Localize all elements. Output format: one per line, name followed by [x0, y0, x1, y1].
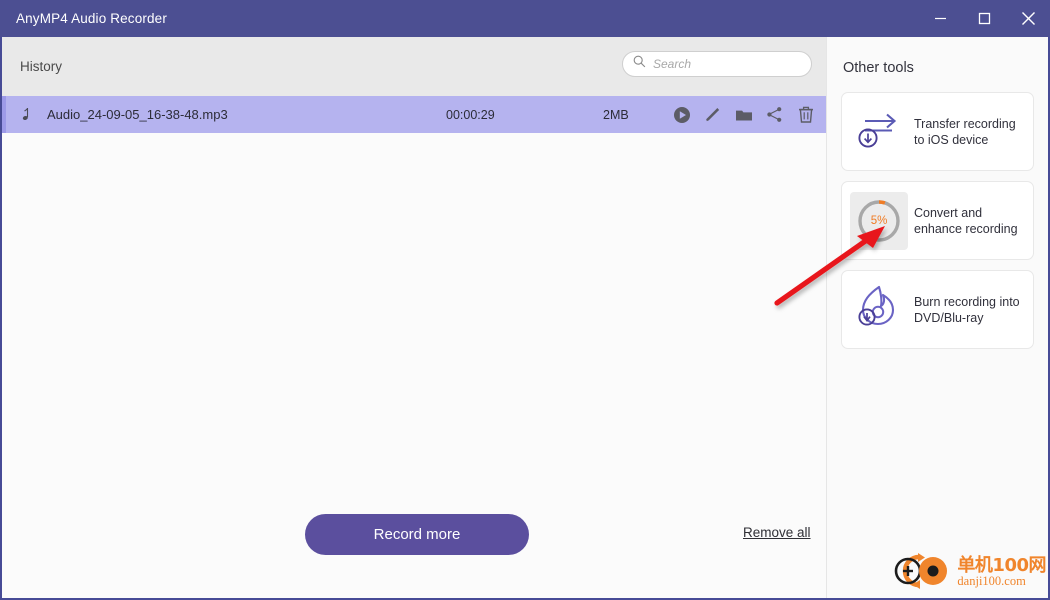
app-window: AnyMP4 Audio Recorder History Search Aud… — [0, 0, 1050, 600]
remove-all-link[interactable]: Remove all — [743, 525, 811, 540]
record-more-button[interactable]: Record more — [305, 514, 529, 555]
trash-icon[interactable] — [796, 105, 815, 124]
music-note-icon — [6, 107, 40, 122]
minimize-button[interactable] — [918, 0, 962, 37]
burn-disc-flame-download-icon-wrap — [850, 281, 908, 339]
file-name: Audio_24-09-05_16-38-48.mp3 — [47, 107, 228, 122]
close-button[interactable] — [1006, 0, 1050, 37]
tool-card-burn-dvd[interactable]: Burn recording into DVD/Blu-ray — [841, 270, 1034, 349]
burn-disc-flame-download-icon — [855, 284, 903, 335]
folder-icon[interactable] — [734, 105, 753, 124]
search-input[interactable] — [653, 57, 801, 71]
file-duration: 00:00:29 — [446, 107, 495, 122]
bottom-action-bar: Record more Remove all — [2, 506, 830, 598]
search-icon — [633, 55, 646, 73]
tool-card-transfer-ios[interactable]: Transfer recording to iOS device — [841, 92, 1034, 171]
main-content-area: History Audio_24-09-05_16-38-48.mp3 — [2, 37, 830, 598]
tool-card-label: Burn recording into DVD/Blu-ray — [914, 294, 1020, 325]
share-icon[interactable] — [765, 105, 784, 124]
file-size: 2MB — [603, 107, 629, 122]
maximize-button[interactable] — [962, 0, 1006, 37]
history-toolbar: History — [2, 37, 830, 96]
row-actions — [672, 105, 815, 124]
panel-title: Other tools — [843, 60, 914, 76]
app-title: AnyMP4 Audio Recorder — [16, 11, 167, 26]
tool-card-label: Transfer recording to iOS device — [914, 116, 1016, 147]
search-box[interactable] — [622, 51, 812, 77]
play-icon[interactable] — [672, 105, 691, 124]
tool-card-label: Convert and enhance recording — [914, 205, 1018, 236]
transfer-arrows-download-icon — [856, 108, 902, 155]
history-label: History — [20, 59, 63, 74]
window-controls — [918, 0, 1050, 37]
other-tools-panel: Other tools Transfer recording to iOS de… — [826, 37, 1048, 598]
edit-icon[interactable] — [703, 105, 722, 124]
tool-card-convert-enhance[interactable]: 5% Convert and enhance recording — [841, 181, 1034, 260]
progress-ring-icon: 5% — [856, 198, 902, 244]
progress-ring-icon-wrap: 5% — [850, 191, 908, 250]
transfer-arrows-download-icon-wrap — [850, 103, 908, 161]
file-list: Audio_24-09-05_16-38-48.mp3 00:00:29 2MB — [2, 96, 830, 133]
titlebar: AnyMP4 Audio Recorder — [0, 0, 1050, 37]
table-row[interactable]: Audio_24-09-05_16-38-48.mp3 00:00:29 2MB — [2, 96, 830, 133]
progress-percent-label: 5% — [870, 214, 888, 227]
